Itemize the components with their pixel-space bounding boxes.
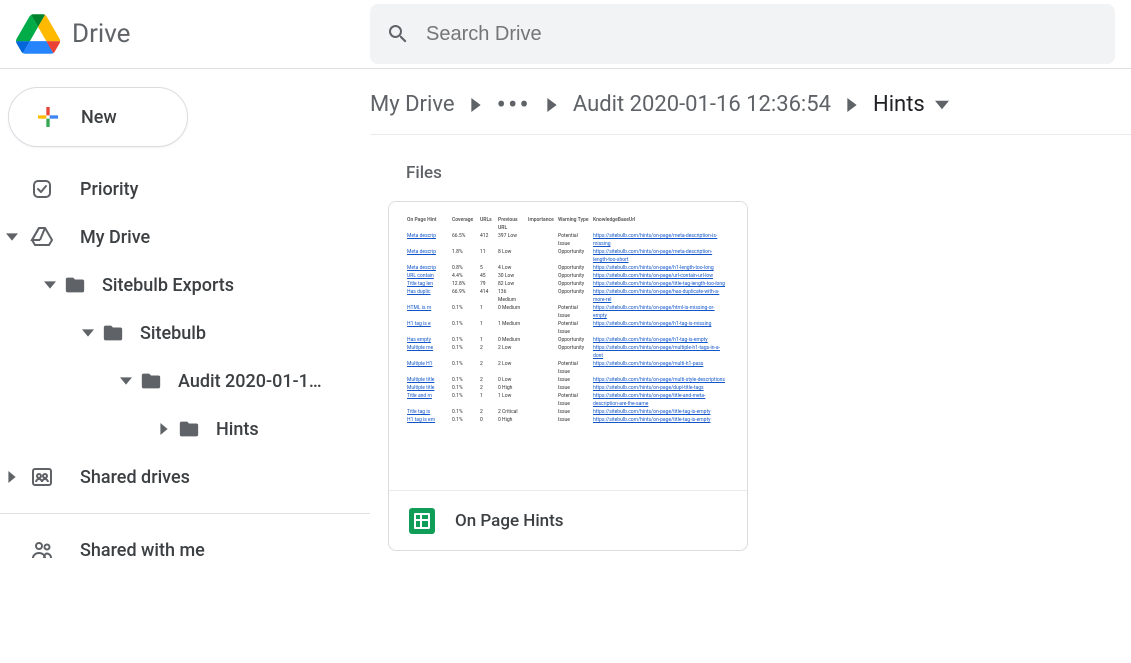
drive-icon	[28, 223, 56, 251]
new-button[interactable]: New	[8, 87, 188, 147]
sidebar-item-shared-drives[interactable]: Shared drives	[0, 453, 370, 501]
shared-with-me-icon	[28, 536, 56, 564]
sidebar-item-mydrive[interactable]: My Drive	[0, 213, 370, 261]
tree-label: Audit 2020-01-1…	[178, 371, 322, 392]
plus-icon	[33, 102, 63, 132]
file-preview: On Page HintCoverageURLsPrevious URLImpo…	[389, 202, 747, 490]
drive-logo-icon	[16, 12, 60, 56]
search-icon	[386, 22, 410, 46]
tree-item-sitebulb[interactable]: Sitebulb	[0, 309, 370, 357]
chevron-right-icon	[845, 98, 859, 112]
caret-right-icon[interactable]	[152, 423, 176, 435]
shared-with-me-label: Shared with me	[80, 540, 205, 561]
app-name-label: Drive	[72, 19, 130, 49]
breadcrumb-item[interactable]: Audit 2020-01-16 12:36:54	[573, 92, 831, 117]
breadcrumb-overflow[interactable]: •••	[497, 98, 531, 112]
folder-icon	[100, 322, 126, 344]
mydrive-label: My Drive	[80, 227, 150, 248]
file-footer: On Page Hints	[389, 490, 747, 550]
folder-icon	[138, 370, 164, 392]
tree-label: Sitebulb Exports	[102, 275, 234, 296]
chevron-right-icon	[545, 98, 559, 112]
sheets-icon	[409, 508, 435, 534]
sidebar-item-priority[interactable]: Priority	[0, 165, 370, 213]
chevron-right-icon	[469, 98, 483, 112]
tree-item-sitebulb-exports[interactable]: Sitebulb Exports	[0, 261, 370, 309]
tree-item-hints[interactable]: Hints	[0, 405, 370, 453]
tree-item-audit[interactable]: Audit 2020-01-1…	[0, 357, 370, 405]
search-input[interactable]	[426, 23, 1099, 46]
search-bar[interactable]	[370, 4, 1115, 64]
sidebar-item-shared-with-me[interactable]: Shared with me	[0, 526, 370, 574]
breadcrumb-item[interactable]: My Drive	[370, 92, 455, 117]
caret-right-icon[interactable]	[0, 471, 24, 483]
sidebar: New Priority My Drive	[0, 69, 370, 663]
caret-down-icon[interactable]	[114, 375, 138, 387]
tree-label: Sitebulb	[140, 323, 206, 344]
breadcrumb: My Drive ••• Audit 2020-01-16 12:36:54 H…	[370, 87, 1131, 135]
caret-down-icon[interactable]	[0, 231, 24, 243]
main-area: My Drive ••• Audit 2020-01-16 12:36:54 H…	[370, 69, 1131, 663]
section-title-files: Files	[406, 163, 1131, 183]
shared-drives-icon	[28, 463, 56, 491]
new-button-label: New	[81, 107, 117, 128]
logo-area: Drive	[16, 12, 370, 56]
tree-label: Hints	[216, 419, 259, 440]
shared-drives-label: Shared drives	[80, 467, 190, 488]
priority-label: Priority	[80, 179, 138, 200]
folder-icon	[62, 274, 88, 296]
file-grid: On Page HintCoverageURLsPrevious URLImpo…	[370, 201, 1131, 551]
breadcrumb-current-label: Hints	[873, 92, 925, 117]
caret-down-icon	[935, 98, 949, 112]
caret-down-icon[interactable]	[76, 327, 100, 339]
caret-down-icon[interactable]	[38, 279, 62, 291]
breadcrumb-item-current[interactable]: Hints	[873, 92, 949, 117]
file-card[interactable]: On Page HintCoverageURLsPrevious URLImpo…	[388, 201, 748, 551]
header: Drive	[0, 0, 1131, 68]
folder-icon	[176, 418, 202, 440]
sidebar-divider	[0, 513, 370, 514]
file-name-label: On Page Hints	[455, 511, 564, 531]
priority-icon	[28, 175, 56, 203]
